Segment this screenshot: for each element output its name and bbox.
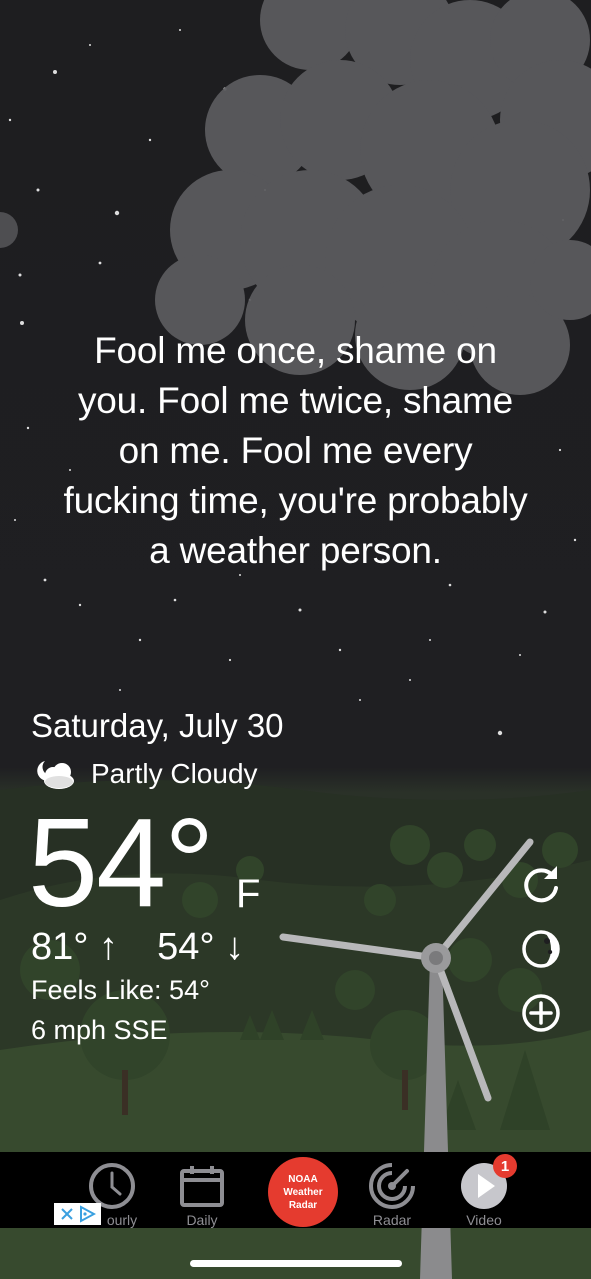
radar-icon <box>369 1163 415 1209</box>
current-temperature: 54° <box>28 792 215 933</box>
quote-line: on me. Fool me every <box>118 430 473 471</box>
noaa-weather-radar-button[interactable]: NOAA Weather Radar <box>268 1157 338 1227</box>
close-icon[interactable] <box>59 1206 75 1222</box>
ad-choices[interactable] <box>54 1203 101 1225</box>
adchoices-icon[interactable] <box>78 1205 97 1223</box>
quote-line: you. Fool me twice, shame <box>77 380 514 421</box>
tab-label: Daily <box>186 1212 218 1228</box>
calendar-icon <box>180 1166 224 1207</box>
tab-label: Radar <box>372 1212 412 1228</box>
refresh-icon <box>524 866 558 903</box>
partly-cloudy-night-icon <box>37 761 74 789</box>
weather-quote: Fool me once, shame on you. Fool me twic… <box>20 326 571 576</box>
tab-radar[interactable]: Radar <box>347 1152 437 1228</box>
video-notification-badge: 1 <box>493 1154 517 1178</box>
weather-scene: Fool me once, shame on you. Fool me twic… <box>0 0 591 1279</box>
forecast-date: Saturday, July 30 <box>31 707 284 744</box>
condition-text: Partly Cloudy <box>91 758 258 789</box>
noaa-line: NOAA <box>288 1173 318 1185</box>
quote-line: Fool me once, shame on <box>94 330 497 371</box>
refresh-button[interactable] <box>518 861 564 907</box>
temperature-unit[interactable]: F <box>236 872 260 917</box>
feels-like: Feels Like: 54° <box>31 975 210 1005</box>
low-temp: 54° <box>157 926 215 968</box>
moon-phase-icon <box>522 930 560 968</box>
moon-phase-button[interactable] <box>518 926 564 972</box>
high-low-temps: 81° ↑ 54° ↓ <box>31 926 244 969</box>
noaa-line: Radar <box>288 1199 318 1211</box>
add-circle-icon <box>522 994 560 1032</box>
tab-daily[interactable]: Daily <box>157 1152 247 1228</box>
add-location-button[interactable] <box>518 990 564 1036</box>
night-landscape-background <box>0 0 591 1279</box>
condition-row: Partly Cloudy <box>31 755 258 793</box>
noaa-line: Weather <box>283 1186 323 1198</box>
down-arrow-icon: ↓ <box>225 926 245 968</box>
high-temp: 81° <box>31 926 89 968</box>
tab-label: ourly <box>106 1212 138 1228</box>
up-arrow-icon: ↑ <box>99 926 119 968</box>
quote-line: a weather person. <box>149 530 442 571</box>
quote-line: fucking time, you're probably <box>63 480 528 521</box>
tab-label: Video <box>466 1212 502 1228</box>
home-indicator[interactable] <box>190 1260 402 1267</box>
wind-info: 6 mph SSE <box>31 1015 168 1045</box>
